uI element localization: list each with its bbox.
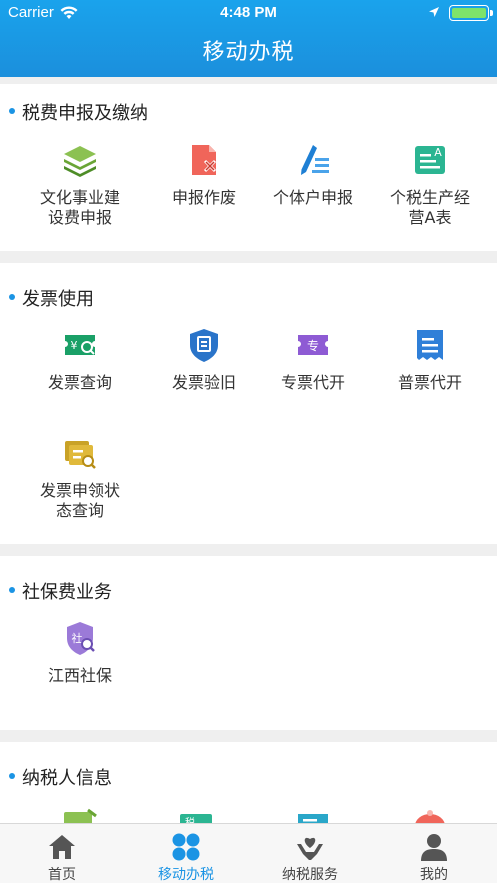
- battery-icon: [449, 5, 493, 21]
- location-arrow-icon: [429, 7, 439, 17]
- receipt-icon: [417, 330, 443, 360]
- section-title: 税费申报及缴纳: [22, 103, 148, 124]
- document-cancel-icon: [192, 145, 217, 175]
- home-icon: [49, 835, 75, 859]
- service-label: 发票申领状: [39, 481, 120, 500]
- section-title: 纳税人信息: [22, 768, 112, 789]
- page-title: 移动办税: [202, 40, 295, 65]
- shield-check-icon: [190, 329, 218, 362]
- tab-bar: 首页 移动办税 纳税服务 我的: [0, 823, 497, 883]
- stack-layers-icon: [64, 146, 96, 177]
- service-label: 专票代开: [280, 373, 345, 392]
- tab-label: 我的: [420, 867, 448, 883]
- service-label: 发票查询: [47, 373, 112, 392]
- service-label-line2: 设费申报: [47, 208, 112, 227]
- service-label-line2: 营A表: [408, 208, 452, 227]
- service-label: 文化事业建: [39, 188, 120, 207]
- section-social-security: 社保费业务 社 江西社保: [0, 556, 497, 730]
- form-a-icon: A: [415, 146, 445, 174]
- taxpayer-ticket-icon[interactable]: [295, 810, 331, 823]
- tax-registration-icon[interactable]: 税: [178, 810, 214, 823]
- section-bullet: [9, 108, 15, 114]
- svg-text:专: 专: [307, 338, 319, 353]
- service-label: 普票代开: [397, 373, 462, 392]
- section-tax-filing: 税费申报及缴纳 文化事业建 设费申报 申报作废 个体户申报 A 个税生产经 营A…: [0, 84, 497, 251]
- svg-text:¥: ¥: [71, 339, 78, 352]
- tab-mine[interactable]: 我的: [372, 824, 496, 883]
- service-label: 个体户申报: [272, 188, 353, 207]
- section-bullet: [9, 773, 15, 779]
- service-item-invoice-application-status[interactable]: 发票申领状 态查询: [18, 435, 142, 535]
- service-item-personal-tax-a[interactable]: A 个税生产经 营A表: [368, 142, 492, 242]
- piggy-bank-icon[interactable]: [412, 808, 448, 823]
- invoice-search-icon: ¥: [65, 335, 95, 355]
- taxpayer-info-icon[interactable]: [62, 808, 98, 823]
- svg-text:税: 税: [185, 816, 195, 823]
- tab-label: 首页: [48, 867, 76, 883]
- section-invoice: 发票使用 ¥ 发票查询 发票验旧 专 专票代开 普票代开 发票申领状 态查询: [0, 263, 497, 544]
- status-time: 4:48 PM: [220, 4, 277, 21]
- service-item-invoice-verify[interactable]: 发票验旧: [142, 327, 266, 397]
- service-item-jiangxi-social-security[interactable]: 社 江西社保: [18, 620, 142, 690]
- status-bar: Carrier 4:48 PM: [0, 0, 497, 26]
- section-taxpayer-info: 纳税人信息 税: [0, 742, 497, 823]
- service-item-special-invoice[interactable]: 专 专票代开: [251, 327, 375, 397]
- service-label: 发票验旧: [171, 373, 236, 392]
- service-item-invoice-query[interactable]: ¥ 发票查询: [18, 327, 142, 397]
- section-bullet: [9, 294, 15, 300]
- main-content[interactable]: 税费申报及缴纳 文化事业建 设费申报 申报作废 个体户申报 A 个税生产经 营A…: [0, 77, 497, 823]
- service-item-cultural-fee[interactable]: 文化事业建 设费申报: [18, 142, 142, 242]
- section-bullet: [9, 587, 15, 593]
- service-label: 申报作废: [171, 188, 236, 207]
- service-item-void-filing[interactable]: 申报作废: [142, 142, 266, 242]
- special-ticket-icon: 专: [298, 335, 328, 355]
- invoice-status-icon: [65, 441, 96, 469]
- tab-label: 移动办税: [158, 867, 214, 883]
- service-label: 个税生产经: [389, 188, 470, 207]
- social-security-shield-icon: 社: [67, 622, 95, 655]
- tab-home[interactable]: 首页: [0, 824, 124, 883]
- section-title: 发票使用: [22, 289, 94, 310]
- svg-text:A: A: [434, 146, 442, 159]
- tab-label: 纳税服务: [282, 867, 338, 883]
- service-item-individual-business[interactable]: 个体户申报: [251, 142, 375, 242]
- service-label: 江西社保: [47, 666, 112, 685]
- section-title: 社保费业务: [22, 582, 112, 603]
- grid-dots-icon: [172, 833, 200, 861]
- service-item-general-invoice[interactable]: 普票代开: [368, 327, 492, 397]
- hands-heart-icon: [297, 837, 323, 860]
- tab-mobile-tax[interactable]: 移动办税: [124, 824, 248, 883]
- pen-lines-icon: [301, 145, 329, 175]
- app-header: Carrier 4:48 PM 移动办税: [0, 0, 497, 77]
- svg-text:社: 社: [72, 631, 83, 645]
- service-label-line2: 态查询: [55, 501, 104, 520]
- user-icon: [421, 834, 447, 861]
- tab-tax-service[interactable]: 纳税服务: [248, 824, 372, 883]
